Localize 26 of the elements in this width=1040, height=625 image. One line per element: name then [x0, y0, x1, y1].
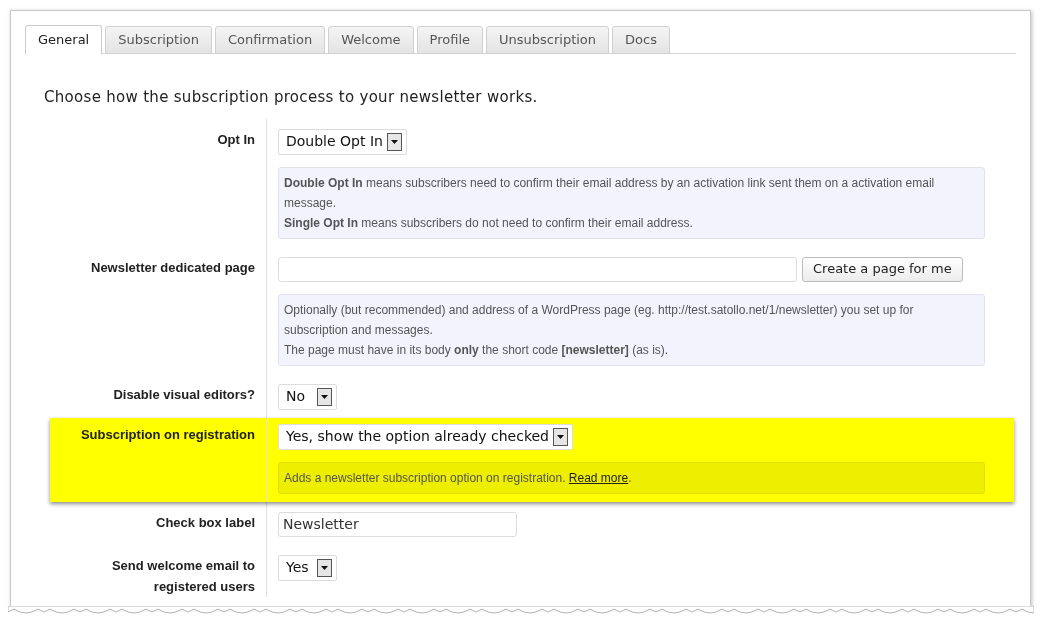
dropdown[interactable]: Yes, show the option already checked [278, 423, 573, 450]
create-page-button[interactable]: Create a page for me [802, 256, 963, 282]
field-label: Check box label [156, 513, 255, 532]
dropdown[interactable]: No [278, 383, 337, 410]
tab[interactable]: Docs [612, 26, 670, 54]
help-text: Single Opt In means subscribers do not need to confirm their email address. [284, 214, 694, 232]
help-text: The page must have in its body only the short code [newsletter] (as is). [284, 341, 670, 359]
tab[interactable]: Subscription [105, 26, 212, 54]
field-label: Disable visual editors? [113, 385, 255, 404]
tab[interactable]: Unsubscription [486, 26, 610, 54]
tab[interactable]: Welcome [328, 26, 414, 54]
text-field[interactable] [278, 256, 797, 282]
help-text: Double Opt In means subscribers need to confirm their email address by an activation link sent them on a activation email message. [284, 174, 936, 212]
field-label: Subscription on registration [80, 425, 255, 444]
text-field[interactable]: Newsletter [278, 511, 517, 537]
field-label: Opt In [217, 130, 255, 149]
tab[interactable]: General [25, 25, 103, 55]
help-text: Optionally (but recommended) and address of a WordPress page (eg. http://test.satollo.net/1/newsletter) you set up for subscription and messages. [284, 301, 915, 339]
help-text: Adds a newsletter subscription option on registration. Read more. [284, 469, 633, 487]
tab[interactable]: Profile [416, 26, 483, 54]
field-label: Send welcome email to registered users [110, 556, 255, 596]
intro-text: Choose how the subscription process to your newsletter works. [44, 87, 539, 108]
field-label: Newsletter dedicated page [91, 258, 255, 277]
tab[interactable]: Confirmation [215, 26, 326, 54]
dropdown[interactable]: Yes [278, 554, 337, 581]
dropdown[interactable]: Double Opt In [278, 128, 407, 155]
